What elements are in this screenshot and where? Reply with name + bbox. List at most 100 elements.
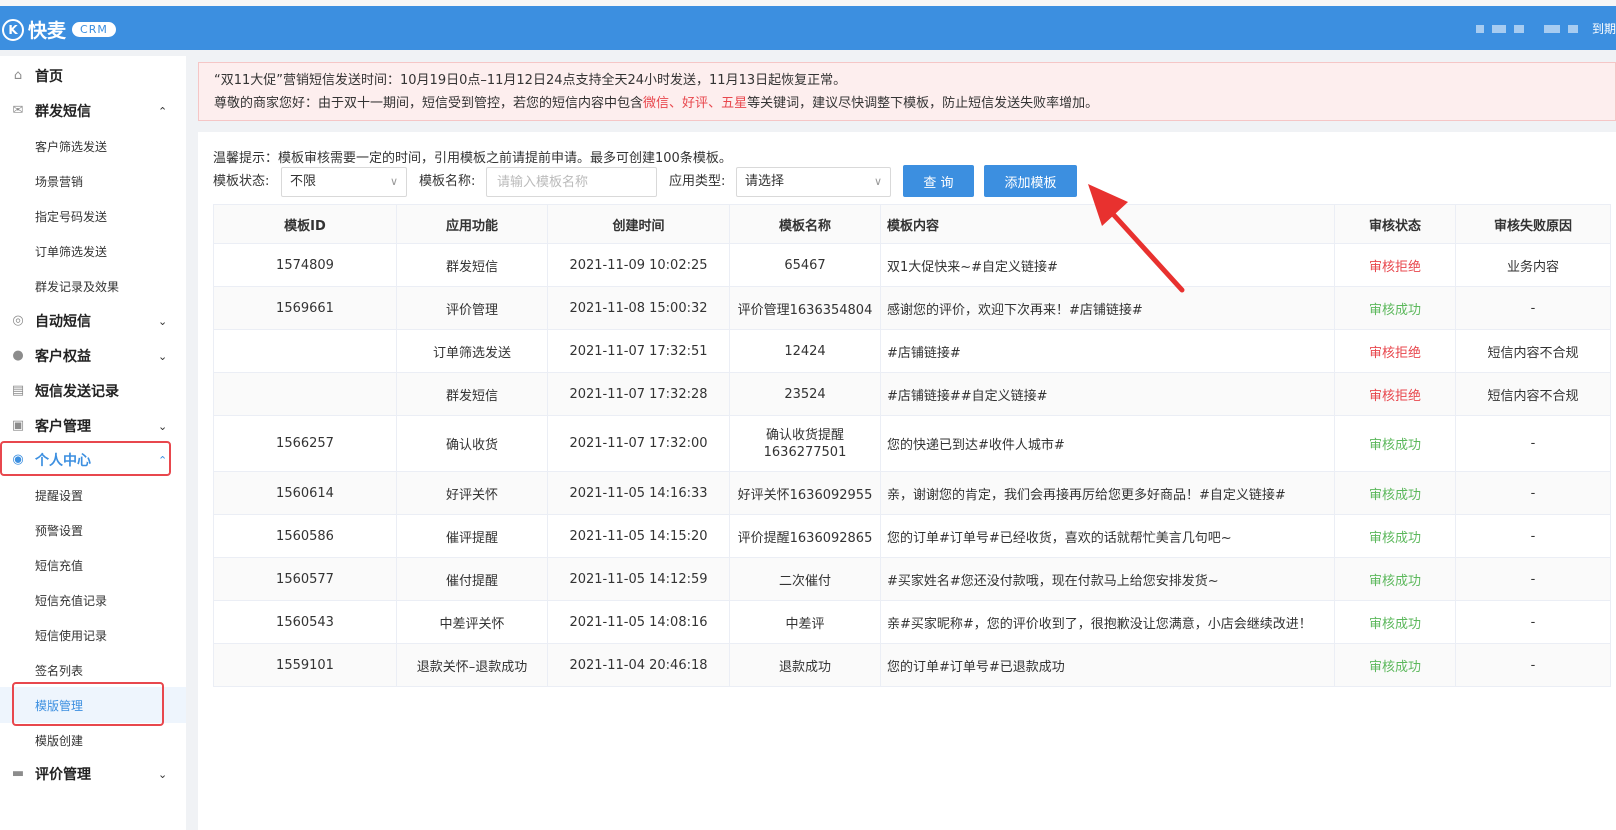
template-name-cell: 12424 xyxy=(729,329,881,373)
created-time-cell: 2021-11-07 17:32:28 xyxy=(547,372,730,416)
sidebar-item-label: 短信发送记录 xyxy=(35,384,119,400)
sidebar-item-customer-filter-send[interactable]: 客户筛选发送 xyxy=(0,131,186,161)
review-status-cell: 审核成功 xyxy=(1334,286,1456,330)
fail-reason-cell: 业务内容 xyxy=(1455,243,1611,287)
sidebar-item-label: 预警设置 xyxy=(35,523,84,538)
template-table: 模板ID 应用功能 创建时间 模板名称 模板内容 审核状态 审核失败原因 157… xyxy=(213,204,1611,687)
type-filter-label: 应用类型: xyxy=(669,174,726,189)
created-time-cell: 2021-11-04 20:46:18 xyxy=(547,643,730,687)
notice-separator: 、 xyxy=(669,96,683,111)
review-status-cell: 审核拒绝 xyxy=(1334,243,1456,287)
sidebar-item-label: 客户权益 xyxy=(35,349,91,365)
column-header[interactable]: 创建时间 xyxy=(547,204,730,244)
chevron-down-icon: ⌄ xyxy=(158,349,168,363)
template-id-cell: 1569661 xyxy=(213,286,397,330)
blurred-user-info xyxy=(1543,24,1560,33)
sidebar-item-order-filter-send[interactable]: 订单筛选发送 xyxy=(0,236,186,266)
table-row[interactable]: 1560577 催付提醒 2021-11-05 14:12:59 二次催付 #买家姓名#… xyxy=(213,557,1611,601)
sidebar-item-label: 自动短信 xyxy=(35,314,91,330)
status-select-value: 不限 xyxy=(290,174,317,189)
sidebar-item-label: 群发记录及效果 xyxy=(35,279,120,294)
fail-reason-cell: 短信内容不合规 xyxy=(1455,372,1611,416)
sidebar-item-customer-benefits[interactable]: ● 客户权益 ⌄ xyxy=(0,341,186,371)
table-row[interactable]: 1566257 确认收货 2021-11-07 17:32:00 确认收货提醒1636… xyxy=(213,415,1611,472)
template-id-cell: 1574809 xyxy=(213,243,397,287)
sidebar-item-home[interactable]: ⌂ 首页 xyxy=(0,61,186,91)
function-cell: 订单筛选发送 xyxy=(396,329,548,373)
sidebar-item-customer-mgmt[interactable]: ▣ 客户管理 ⌄ xyxy=(0,411,186,441)
chevron-up-icon: ⌃ xyxy=(158,104,168,118)
comment-icon: ▬ xyxy=(11,766,25,781)
record-icon: ▤ xyxy=(11,383,25,398)
sidebar-item-auto-sms[interactable]: ◎ 自动短信 ⌄ xyxy=(0,306,186,336)
template-content-cell: 亲#买家昵称#，您的评价收到了，很抱歉没让您满意，小店会继续改进！ xyxy=(880,600,1335,644)
table-row[interactable]: 1560586 催评提醒 2021-11-05 14:15:20 评价提醒163609… xyxy=(213,514,1611,558)
sidebar-item-send-records[interactable]: 群发记录及效果 xyxy=(0,271,186,301)
table-row[interactable]: 群发短信 2021-11-07 17:32:28 23524 #店铺链接##自定义链接… xyxy=(213,372,1611,416)
sidebar-item-label: 指定号码发送 xyxy=(35,209,108,224)
template-name-cell: 评价管理1636354804 xyxy=(729,286,881,330)
template-id-cell: 1560577 xyxy=(213,557,397,601)
sidebar-item-signature-list[interactable]: 签名列表 xyxy=(0,655,186,685)
sidebar-item-label: 首页 xyxy=(35,69,63,85)
function-cell: 催评提醒 xyxy=(396,514,548,558)
created-time-cell: 2021-11-05 14:12:59 xyxy=(547,557,730,601)
status-select[interactable]: 不限 ∨ xyxy=(281,167,407,197)
status-filter-label: 模板状态: xyxy=(213,174,270,189)
sidebar-item-reminder-settings[interactable]: 提醒设置 xyxy=(0,480,186,510)
table-row[interactable]: 1574809 群发短信 2021-11-09 10:02:25 65467 双1大促快… xyxy=(213,243,1611,287)
function-cell: 群发短信 xyxy=(396,243,548,287)
table-row[interactable]: 1560614 好评关怀 2021-11-05 14:16:33 好评关怀163609… xyxy=(213,471,1611,515)
sidebar-item-label: 短信使用记录 xyxy=(35,628,108,643)
table-row[interactable]: 1569661 评价管理 2021-11-08 15:00:32 评价管理163635… xyxy=(213,286,1611,330)
template-id-cell xyxy=(213,329,397,373)
template-name-cell: 二次催付 xyxy=(729,557,881,601)
review-status-cell: 审核成功 xyxy=(1334,643,1456,687)
review-status-cell: 审核成功 xyxy=(1334,557,1456,601)
highlight-box-template-mgmt xyxy=(12,682,164,726)
column-header[interactable]: 模板名称 xyxy=(729,204,881,244)
template-content-cell: 您的订单#订单号#已经收货，喜欢的话就帮忙美言几句吧~ xyxy=(880,514,1335,558)
template-content-cell: 您的快递已到达#收件人城市# xyxy=(880,415,1335,472)
template-id-cell xyxy=(213,372,397,416)
table-row[interactable]: 1560543 中差评关怀 2021-11-05 14:08:16 中差评 亲#买家昵称… xyxy=(213,600,1611,644)
sidebar-item-warning-settings[interactable]: 预警设置 xyxy=(0,515,186,545)
created-time-cell: 2021-11-09 10:02:25 xyxy=(547,243,730,287)
query-button[interactable]: 查 询 xyxy=(903,165,974,197)
sidebar-item-sms-recharge[interactable]: 短信充值 xyxy=(0,550,186,580)
sidebar-item-label: 客户管理 xyxy=(35,419,91,435)
sidebar-item-label: 订单筛选发送 xyxy=(35,244,108,259)
template-id-cell: 1559101 xyxy=(213,643,397,687)
column-header[interactable]: 审核状态 xyxy=(1334,204,1456,244)
sidebar-item-mass-sms[interactable]: ✉ 群发短信 ⌃ xyxy=(0,96,186,126)
function-cell: 评价管理 xyxy=(396,286,548,330)
logo[interactable]: K 快麦 CRM xyxy=(2,16,116,43)
created-time-cell: 2021-11-07 17:32:00 xyxy=(547,415,730,472)
top-right-account[interactable]: 到期 xyxy=(1475,20,1616,37)
table-header-row: 模板ID 应用功能 创建时间 模板名称 模板内容 审核状态 审核失败原因 xyxy=(213,204,1611,244)
column-header[interactable]: 审核失败原因 xyxy=(1455,204,1611,244)
sidebar-item-sms-records[interactable]: ▤ 短信发送记录 xyxy=(0,376,186,406)
sidebar-item-scene-marketing[interactable]: 场景营销 xyxy=(0,166,186,196)
fail-reason-cell: 短信内容不合规 xyxy=(1455,329,1611,373)
fail-reason-cell: - xyxy=(1455,643,1611,687)
type-select[interactable]: 请选择 ∨ xyxy=(736,167,891,197)
sidebar-item-review-mgmt[interactable]: ▬ 评价管理 ⌄ xyxy=(0,759,186,789)
table-row[interactable]: 订单筛选发送 2021-11-07 17:32:51 12424 #店铺链接# 审核拒绝… xyxy=(213,329,1611,373)
template-id-cell: 1560543 xyxy=(213,600,397,644)
created-time-cell: 2021-11-05 14:08:16 xyxy=(547,600,730,644)
add-template-button[interactable]: 添加模板 xyxy=(984,165,1077,197)
column-header[interactable]: 应用功能 xyxy=(396,204,548,244)
logo-icon: K xyxy=(2,18,24,41)
sidebar-item-usage-records[interactable]: 短信使用记录 xyxy=(0,620,186,650)
table-row[interactable]: 1559101 退款关怀–退款成功 2021-11-04 20:46:18 退款成功您… xyxy=(213,643,1611,687)
sidebar-item-template-create[interactable]: 模版创建 xyxy=(0,725,186,755)
column-header[interactable]: 模板ID xyxy=(213,204,397,244)
notice-keyword: 好评 xyxy=(682,96,709,111)
sidebar-item-number-send[interactable]: 指定号码发送 xyxy=(0,201,186,231)
template-name-input[interactable] xyxy=(486,167,657,197)
sidebar-item-recharge-records[interactable]: 短信充值记录 xyxy=(0,585,186,615)
sidebar-item-label: 签名列表 xyxy=(35,663,84,678)
notice-line-1: “双11大促”营销短信发送时间：10月19日0点–11月12日24点支持全天24… xyxy=(214,73,847,88)
sidebar-item-label: 短信充值 xyxy=(35,558,84,573)
